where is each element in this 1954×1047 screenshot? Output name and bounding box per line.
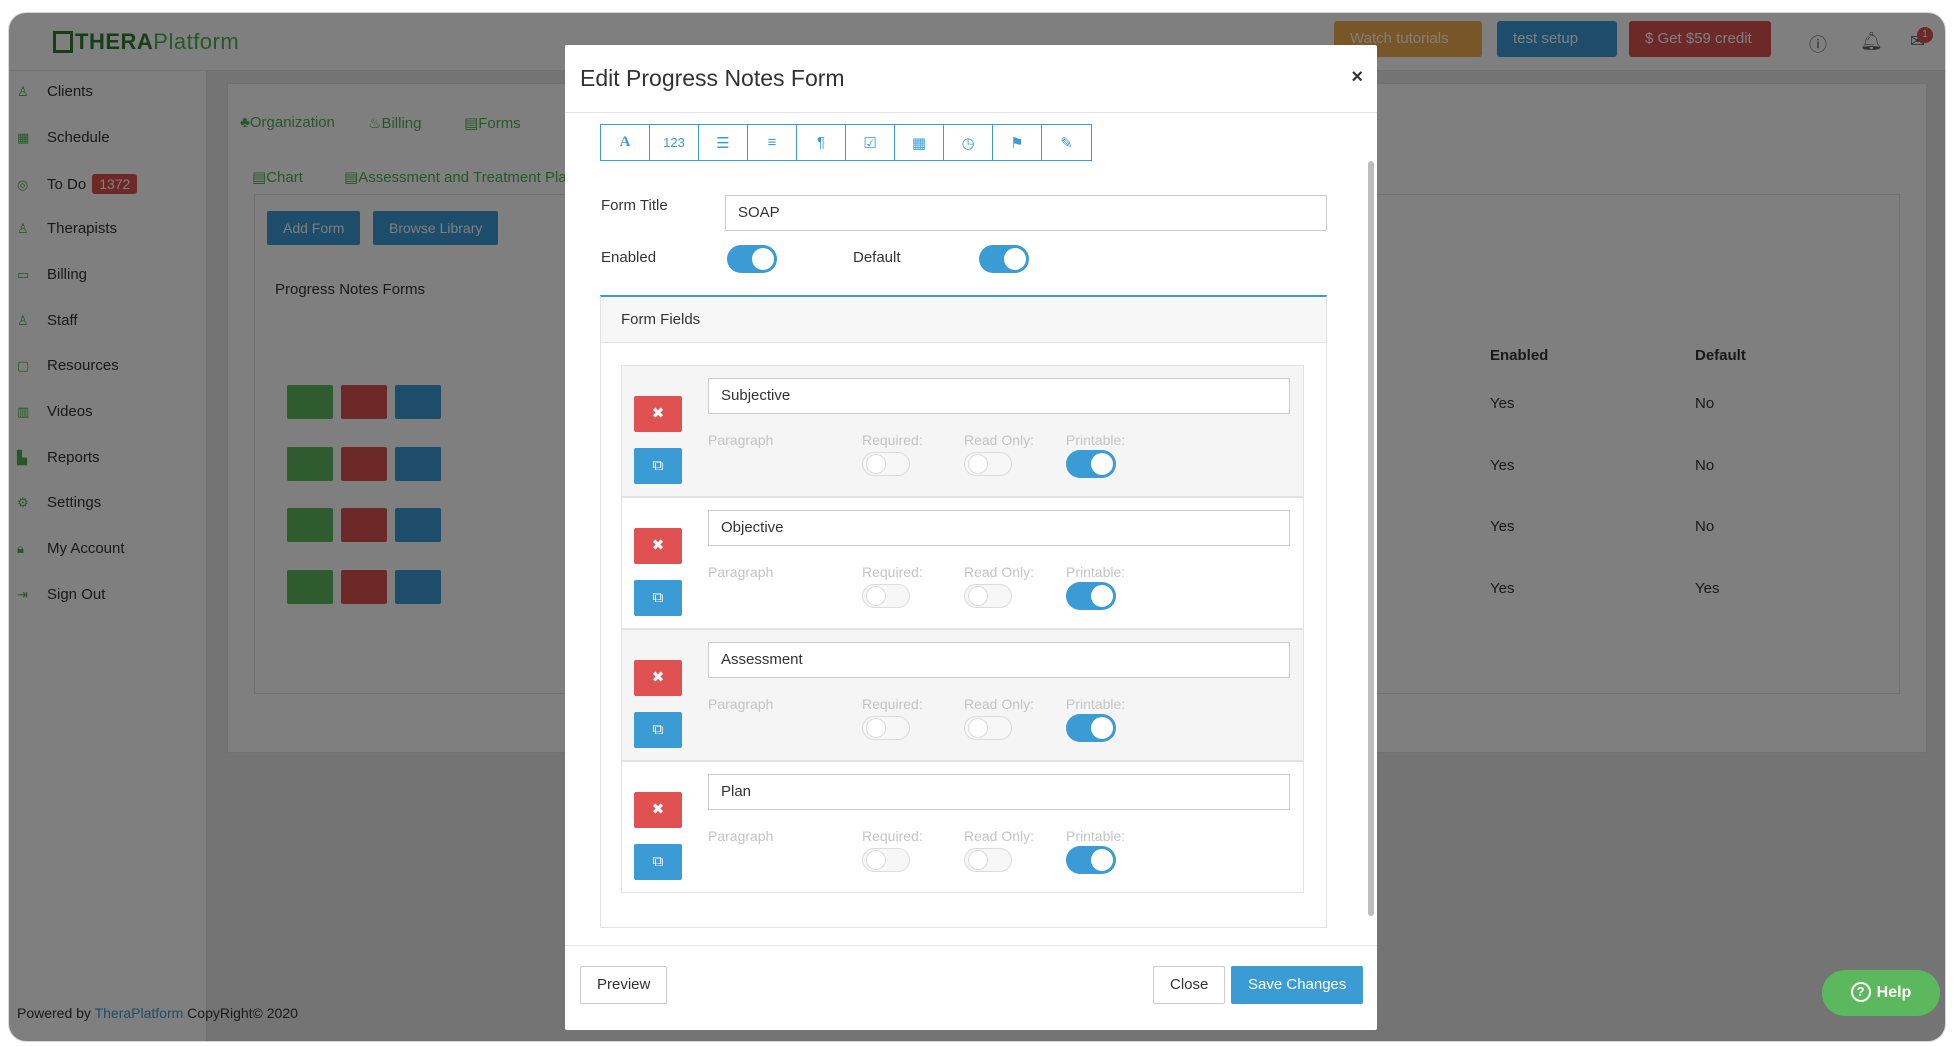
toggle-knob bbox=[968, 718, 988, 738]
delete-field-button[interactable]: ✖ bbox=[634, 660, 682, 696]
enabled-toggle[interactable] bbox=[727, 245, 777, 273]
form-title-input[interactable]: SOAP bbox=[725, 195, 1327, 231]
number-field-tool[interactable]: 123 bbox=[650, 125, 699, 160]
read-only-label: Read Only: bbox=[964, 696, 1035, 712]
printable-toggle[interactable] bbox=[1066, 846, 1116, 874]
field-type-label: Paragraph bbox=[708, 828, 774, 844]
delete-field-button[interactable]: ✖ bbox=[634, 528, 682, 564]
read-only-toggle[interactable] bbox=[964, 584, 1012, 608]
question-icon: ? bbox=[1850, 982, 1871, 1002]
required-toggle[interactable] bbox=[862, 452, 910, 476]
default-label: Default bbox=[853, 249, 901, 266]
toggle-knob bbox=[968, 850, 988, 870]
help-button[interactable]: ? Help bbox=[1822, 970, 1940, 1016]
modal-footer: Preview Close Save Changes bbox=[565, 945, 1377, 1030]
required-label: Required: bbox=[862, 564, 923, 580]
delete-field-button[interactable]: ✖ bbox=[634, 792, 682, 828]
read-only-label: Read Only: bbox=[964, 432, 1035, 448]
field-type-label: Paragraph bbox=[708, 432, 774, 448]
field-name-input[interactable]: Subjective bbox=[708, 378, 1290, 414]
toggle-knob bbox=[1004, 248, 1026, 270]
modal-scrollbar[interactable] bbox=[1368, 161, 1374, 916]
toggle-knob bbox=[866, 454, 886, 474]
printable-label: Printable: bbox=[1066, 696, 1126, 712]
default-toggle[interactable] bbox=[979, 245, 1029, 273]
field-name-input[interactable]: Objective bbox=[708, 510, 1290, 546]
printable-label: Printable: bbox=[1066, 828, 1126, 844]
toggle-knob bbox=[1091, 585, 1113, 607]
form-field-item: ✖ ⧉ Assessment Paragraph Required: Read … bbox=[621, 629, 1304, 761]
form-field-item: ✖ ⧉ Plan Paragraph Required: Read Only: … bbox=[621, 761, 1304, 893]
toggle-knob bbox=[1091, 849, 1113, 871]
required-label: Required: bbox=[862, 828, 923, 844]
duplicate-field-button[interactable]: ⧉ bbox=[634, 448, 682, 484]
form-field-item: ✖ ⧉ Subjective Paragraph Required: Read … bbox=[621, 365, 1304, 497]
edit-icon[interactable]: ✎ bbox=[1042, 125, 1091, 160]
bookmark-icon[interactable]: ⚑ bbox=[993, 125, 1042, 160]
form-fields-panel: Form Fields ✖ ⧉ Subjective Paragraph Req… bbox=[600, 295, 1327, 928]
read-only-label: Read Only: bbox=[964, 564, 1035, 580]
field-type-label: Paragraph bbox=[708, 696, 774, 712]
field-type-toolbar: A 123 ☰ ≡ ¶ ☑ ▦ ◷ ⚑ ✎ bbox=[600, 124, 1092, 161]
toggle-knob bbox=[866, 586, 886, 606]
duplicate-field-button[interactable]: ⧉ bbox=[634, 712, 682, 748]
form-fields-heading: Form Fields bbox=[601, 297, 1326, 343]
text-field-tool[interactable]: A bbox=[601, 125, 650, 160]
required-toggle[interactable] bbox=[862, 848, 910, 872]
modal-title: Edit Progress Notes Form bbox=[580, 65, 845, 91]
required-toggle[interactable] bbox=[862, 584, 910, 608]
paragraph-icon[interactable]: ¶ bbox=[797, 125, 846, 160]
form-field-item: ✖ ⧉ Objective Paragraph Required: Read O… bbox=[621, 497, 1304, 629]
form-title-label: Form Title bbox=[601, 197, 668, 214]
toggle-knob bbox=[866, 718, 886, 738]
field-name-input[interactable]: Assessment bbox=[708, 642, 1290, 678]
toggle-knob bbox=[1091, 453, 1113, 475]
clock-icon[interactable]: ◷ bbox=[944, 125, 993, 160]
toggle-knob bbox=[968, 586, 988, 606]
printable-toggle[interactable] bbox=[1066, 714, 1116, 742]
toggle-knob bbox=[968, 454, 988, 474]
toggle-knob bbox=[866, 850, 886, 870]
read-only-toggle[interactable] bbox=[964, 848, 1012, 872]
duplicate-field-button[interactable]: ⧉ bbox=[634, 844, 682, 880]
field-type-label: Paragraph bbox=[708, 564, 774, 580]
delete-field-button[interactable]: ✖ bbox=[634, 396, 682, 432]
read-only-label: Read Only: bbox=[964, 828, 1035, 844]
preview-button[interactable]: Preview bbox=[580, 966, 668, 1004]
calendar-icon[interactable]: ▦ bbox=[895, 125, 944, 160]
printable-toggle[interactable] bbox=[1066, 450, 1116, 478]
close-button[interactable]: Close bbox=[1153, 966, 1226, 1004]
printable-toggle[interactable] bbox=[1066, 582, 1116, 610]
edit-form-modal: Edit Progress Notes Form × A 123 ☰ ≡ ¶ ☑… bbox=[565, 45, 1377, 1030]
read-only-toggle[interactable] bbox=[964, 452, 1012, 476]
checkbox-icon[interactable]: ☑ bbox=[846, 125, 895, 160]
printable-label: Printable: bbox=[1066, 564, 1126, 580]
required-label: Required: bbox=[862, 432, 923, 448]
required-label: Required: bbox=[862, 696, 923, 712]
modal-header: Edit Progress Notes Form × bbox=[565, 45, 1377, 113]
save-changes-button[interactable]: Save Changes bbox=[1231, 966, 1364, 1004]
toggle-knob bbox=[1091, 717, 1113, 739]
duplicate-field-button[interactable]: ⧉ bbox=[634, 580, 682, 616]
read-only-toggle[interactable] bbox=[964, 716, 1012, 740]
list-icon[interactable]: ☰ bbox=[699, 125, 748, 160]
close-icon[interactable]: × bbox=[1351, 67, 1363, 87]
align-icon[interactable]: ≡ bbox=[748, 125, 797, 160]
toggle-knob bbox=[752, 248, 774, 270]
printable-label: Printable: bbox=[1066, 432, 1126, 448]
enabled-label: Enabled bbox=[601, 249, 657, 266]
required-toggle[interactable] bbox=[862, 716, 910, 740]
field-name-input[interactable]: Plan bbox=[708, 774, 1290, 810]
